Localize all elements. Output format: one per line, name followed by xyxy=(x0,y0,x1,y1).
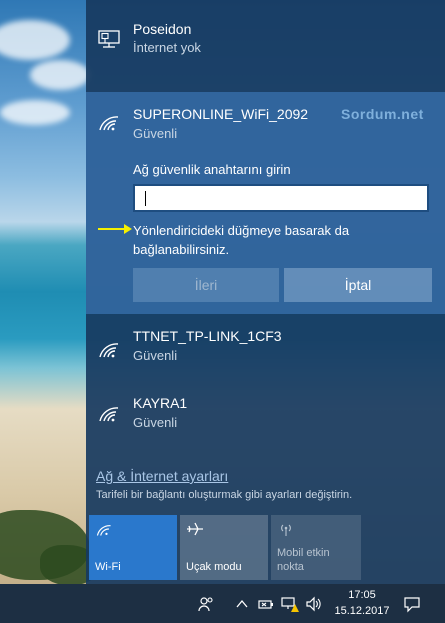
wifi-icon xyxy=(99,407,119,422)
taskbar-clock[interactable]: 17:05 15.12.2017 xyxy=(327,587,397,619)
wifi-toggle-tile[interactable]: Wi-Fi xyxy=(89,515,177,580)
security-key-label: Ağ güvenlik anahtarını girin xyxy=(133,162,291,177)
chevron-up-icon[interactable] xyxy=(233,595,251,613)
battery-icon[interactable] xyxy=(257,595,275,613)
tile-label: Wi-Fi xyxy=(95,561,121,573)
network-name: Poseidon xyxy=(133,21,192,37)
wifi-icon xyxy=(99,116,119,131)
arrow-icon xyxy=(98,224,132,234)
watermark: Sordum.net xyxy=(341,106,424,122)
network-name: KAYRA1 xyxy=(133,395,188,411)
network-item-poseidon[interactable]: Poseidon İnternet yok xyxy=(86,0,445,80)
network-settings-description: Tarifeli bir bağlantı oluşturmak gibi ay… xyxy=(96,489,353,501)
network-item-kayra[interactable]: KAYRA1 Güvenli xyxy=(86,380,445,450)
network-item-ttnet[interactable]: TTNET_TP-LINK_1CF3 Güvenli xyxy=(86,314,445,380)
network-name: SUPERONLINE_WiFi_2092 xyxy=(133,106,309,122)
clock-date: 15.12.2017 xyxy=(334,605,390,617)
network-status: Güvenli xyxy=(133,348,178,363)
network-name: TTNET_TP-LINK_1CF3 xyxy=(133,328,282,344)
next-button[interactable]: İleri xyxy=(133,268,279,302)
network-item-superonline[interactable]: SUPERONLINE_WiFi_2092 Güvenli Sordum.net… xyxy=(86,92,445,314)
tile-label: Uçak modu xyxy=(186,561,242,573)
network-status: İnternet yok xyxy=(133,40,201,55)
airplane-mode-tile[interactable]: Uçak modu xyxy=(180,515,268,580)
mobile-hotspot-icon xyxy=(281,524,291,536)
network-settings-link[interactable]: Ağ & İnternet ayarları xyxy=(96,468,228,484)
ethernet-icon xyxy=(98,30,120,48)
taskbar: 17:05 15.12.2017 xyxy=(0,584,445,623)
clock-time: 17:05 xyxy=(348,589,376,601)
network-status: Güvenli xyxy=(133,126,178,141)
network-warning-icon[interactable] xyxy=(281,595,299,613)
router-button-hint: Yönlendiricideki düğmeye basarak da bağl… xyxy=(133,223,350,257)
network-flyout: Poseidon İnternet yok SUPERONLINE_WiFi_2… xyxy=(86,0,445,584)
network-status: Güvenli xyxy=(133,415,178,430)
action-center-icon[interactable] xyxy=(403,595,421,613)
cancel-button[interactable]: İptal xyxy=(284,268,432,302)
divider xyxy=(86,80,445,92)
wifi-icon xyxy=(96,525,111,536)
mobile-hotspot-tile[interactable]: Mobil etkin nokta xyxy=(271,515,361,580)
wifi-icon xyxy=(99,343,119,358)
volume-icon[interactable] xyxy=(305,595,323,613)
airplane-icon xyxy=(187,522,203,536)
people-icon[interactable] xyxy=(197,595,215,613)
security-key-input[interactable] xyxy=(133,184,429,212)
tile-label: Mobil etkin nokta xyxy=(277,547,330,573)
text-caret xyxy=(145,191,146,206)
